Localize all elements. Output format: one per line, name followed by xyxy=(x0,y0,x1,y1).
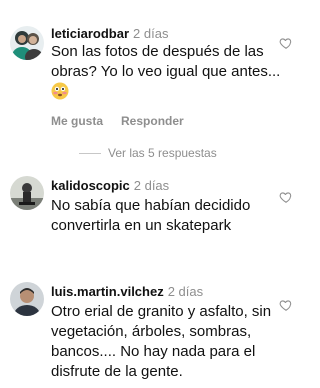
avatar[interactable] xyxy=(10,176,44,210)
like-button[interactable]: Me gusta xyxy=(51,114,103,128)
comment-text: Otro erial de granito y asfalto, sin veg… xyxy=(51,303,272,380)
timestamp: 2 días xyxy=(133,178,170,193)
comment-1: leticiarodbar 2 días Son las fotos de des… xyxy=(0,0,305,160)
like-heart-icon[interactable] xyxy=(279,190,293,204)
view-replies-button[interactable]: Ver las 5 respuestas xyxy=(51,146,291,162)
avatar[interactable] xyxy=(10,26,44,60)
like-heart-icon[interactable] xyxy=(279,298,293,312)
reply-button[interactable]: Responder xyxy=(121,114,184,128)
comment-3: luis.martin.vilchez 2 días Otro erial de … xyxy=(0,276,305,388)
divider xyxy=(79,153,101,154)
username[interactable]: luis.martin.vilchez xyxy=(51,284,164,299)
timestamp: 2 días xyxy=(167,284,204,299)
avatar[interactable] xyxy=(10,282,44,316)
comment-meta: luis.martin.vilchez 2 días xyxy=(51,284,203,300)
flushed-face-icon xyxy=(51,82,69,100)
comment-body: Son las fotos de después de las obras? Y… xyxy=(51,43,281,80)
comment-actions: Me gusta Responder xyxy=(51,114,202,128)
username[interactable]: kalidoscopic xyxy=(51,178,130,193)
comment-text: Son las fotos de después de las obras? Y… xyxy=(51,42,296,103)
comment-text: No sabía que habían decidido convertirla… xyxy=(51,197,251,234)
timestamp: 2 días xyxy=(133,26,169,41)
like-heart-icon[interactable] xyxy=(279,36,293,50)
comment-meta: leticiarodbar 2 días xyxy=(51,26,168,42)
username[interactable]: leticiarodbar xyxy=(51,26,129,41)
comment-meta: kalidoscopic 2 días xyxy=(51,178,169,194)
view-replies-label: Ver las 5 respuestas xyxy=(108,146,217,160)
comment-2: kalidoscopic 2 días No sabía que habían d… xyxy=(0,170,305,270)
